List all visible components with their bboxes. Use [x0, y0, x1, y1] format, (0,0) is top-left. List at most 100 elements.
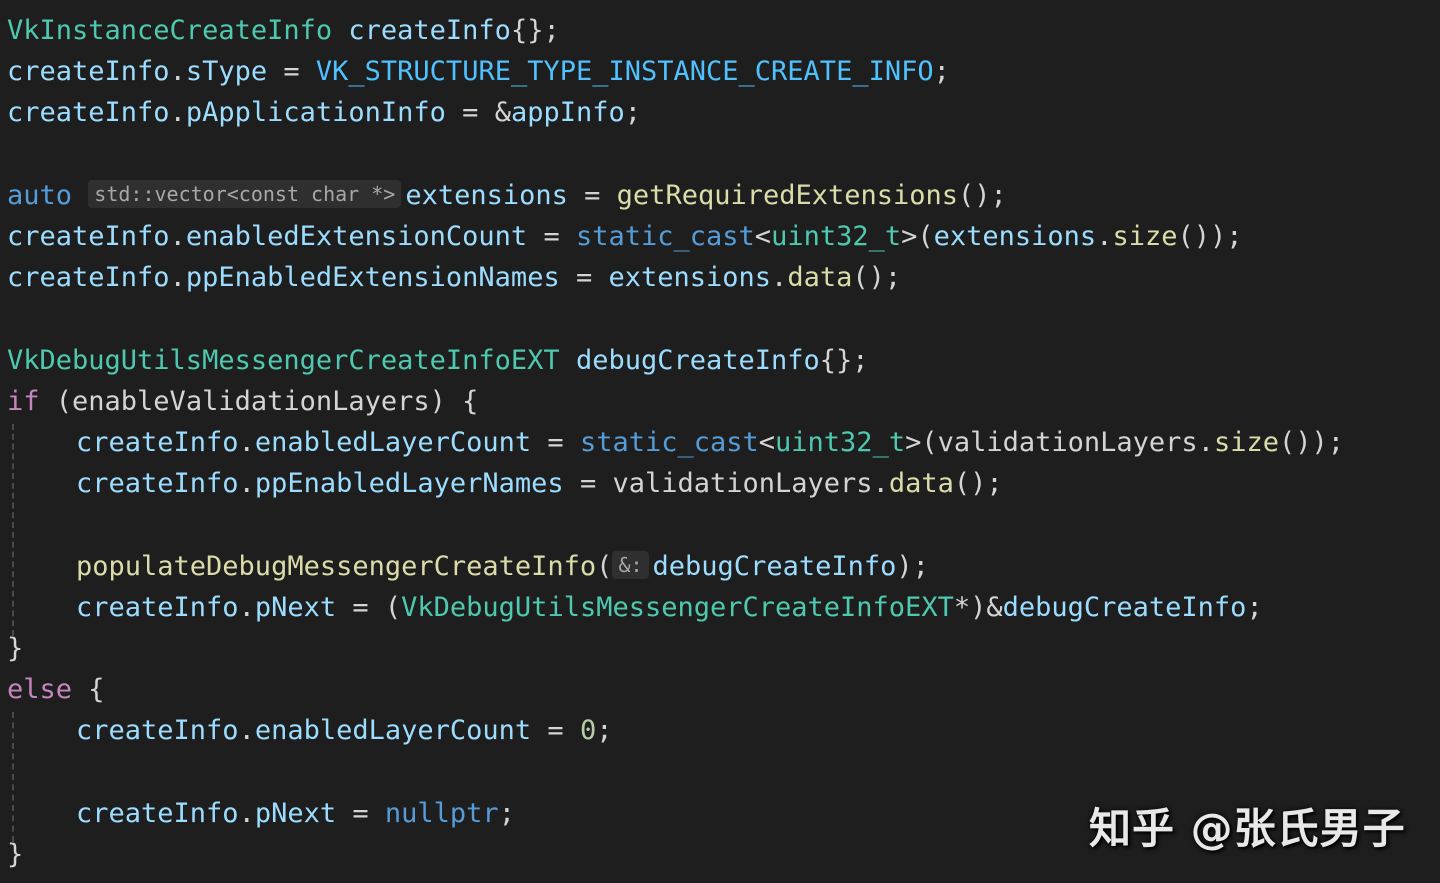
- code-token: createInfo: [348, 15, 511, 46]
- code-token: createInfo: [76, 715, 239, 747]
- code-line[interactable]: else {: [7, 669, 105, 710]
- code-token: createInfo: [7, 262, 170, 294]
- code-token: debugCreateInfo: [652, 550, 897, 582]
- code-token: ppEnabledExtensionNames: [185, 262, 560, 294]
- code-token: .: [169, 97, 186, 129]
- code-token: sType: [185, 56, 268, 88]
- inlay-hint: std::vector<const char *>: [88, 179, 402, 208]
- code-line[interactable]: VkDebugUtilsMessengerCreateInfoEXT debug…: [7, 340, 869, 381]
- code-token: extensions: [405, 179, 568, 211]
- code-token: .: [169, 56, 186, 88]
- code-token: auto: [7, 179, 73, 211]
- code-token: .: [169, 221, 186, 252]
- code-line[interactable]: createInfo.enabledLayerCount = static_ca…: [76, 422, 1344, 463]
- code-token: createInfo: [76, 427, 239, 458]
- code-line[interactable]: createInfo.sType = VK_STRUCTURE_TYPE_INS…: [7, 51, 950, 92]
- code-token: VkInstanceCreateInfo: [7, 15, 333, 46]
- code-token: 0: [579, 715, 597, 747]
- code-line[interactable]: createInfo.pNext = nullptr;: [76, 793, 515, 834]
- code-token: {};: [819, 344, 869, 376]
- code-token: VK_STRUCTURE_TYPE_INSTANCE_CREATE_INFO: [315, 56, 934, 88]
- code-token: extensions: [933, 221, 1097, 252]
- code-token: <: [758, 427, 776, 458]
- code-token: .: [169, 262, 186, 294]
- watermark-text: 知乎 @张氏男子: [1089, 804, 1406, 853]
- code-token: .: [771, 262, 788, 294]
- code-token: data: [888, 468, 954, 500]
- code-token: extensions: [608, 262, 772, 294]
- code-token: enabledLayerCount: [254, 715, 532, 747]
- code-token: ;: [933, 56, 950, 88]
- code-token: =: [531, 715, 580, 747]
- code-token: createInfo: [76, 591, 239, 623]
- code-token: =: [527, 221, 576, 252]
- code-token: .: [238, 715, 255, 747]
- code-line[interactable]: createInfo.ppEnabledExtensionNames = ext…: [7, 257, 901, 298]
- code-line[interactable]: populateDebugMessengerCreateInfo(&: debug…: [76, 546, 929, 587]
- code-token: <: [754, 221, 772, 252]
- code-token: size: [1213, 427, 1279, 458]
- code-token: }: [7, 839, 24, 870]
- code-line[interactable]: createInfo.pApplicationInfo = &appInfo;: [7, 92, 641, 133]
- code-token: }: [7, 633, 24, 664]
- code-token: ;: [596, 715, 613, 747]
- code-line[interactable]: createInfo.enabledExtensionCount = stati…: [7, 216, 1243, 257]
- code-token: .: [238, 797, 255, 829]
- code-token: createInfo: [76, 468, 239, 500]
- code-line[interactable]: auto std::vector<const char *> extensions…: [7, 175, 1007, 216]
- code-token: getRequiredExtensions: [616, 179, 959, 211]
- indent-guide-else-block: [12, 712, 14, 842]
- code-token: *)&: [953, 591, 1003, 623]
- indent-guide-if-block: [12, 424, 14, 636]
- code-token: ();: [953, 468, 1003, 500]
- code-token: .: [1197, 427, 1214, 458]
- code-token: .: [238, 468, 255, 500]
- code-editor[interactable]: VkInstanceCreateInfo createInfo{}; create…: [0, 0, 1440, 883]
- code-token: = &: [445, 97, 511, 129]
- code-line[interactable]: createInfo.pNext = (VkDebugUtilsMessenge…: [76, 587, 1263, 628]
- code-token: validationLayers: [937, 427, 1198, 458]
- code-line[interactable]: if (enableValidationLayers) {: [7, 381, 478, 422]
- code-token: debugCreateInfo: [575, 344, 820, 376]
- code-token: );: [896, 550, 929, 582]
- code-token: >(: [901, 221, 934, 252]
- code-token: ();: [852, 262, 902, 294]
- code-token: (: [596, 550, 613, 582]
- code-token: =: [531, 427, 580, 458]
- code-line[interactable]: }: [7, 834, 23, 875]
- code-token: enabledExtensionCount: [185, 221, 528, 252]
- code-token: .: [872, 468, 889, 500]
- code-token: =: [336, 797, 385, 829]
- code-token: enabledLayerCount: [254, 427, 532, 458]
- code-token: debugCreateInfo: [1002, 591, 1247, 623]
- code-token: ;: [498, 797, 515, 829]
- code-token: createInfo: [76, 797, 239, 829]
- code-line[interactable]: }: [7, 628, 23, 669]
- code-token: VkDebugUtilsMessengerCreateInfoEXT: [401, 591, 954, 623]
- code-token: validationLayers: [612, 468, 873, 500]
- code-token: uint32_t: [771, 221, 902, 252]
- code-token: ();: [958, 179, 1007, 211]
- code-token: = (: [336, 591, 402, 623]
- code-token: .: [238, 427, 255, 458]
- code-line[interactable]: createInfo.enabledLayerCount = 0;: [76, 710, 612, 751]
- code-token: =: [567, 179, 617, 211]
- code-token: pNext: [254, 591, 337, 623]
- code-token: uint32_t: [775, 427, 906, 458]
- code-token: populateDebugMessengerCreateInfo: [76, 550, 597, 582]
- code-token: .: [1096, 221, 1113, 252]
- code-line[interactable]: createInfo.ppEnabledLayerNames = validat…: [76, 463, 1003, 504]
- code-token: =: [559, 262, 609, 294]
- code-line[interactable]: VkInstanceCreateInfo createInfo{};: [7, 10, 560, 51]
- code-token: pNext: [254, 797, 337, 829]
- code-token: ());: [1278, 427, 1345, 458]
- code-token: pApplicationInfo: [185, 97, 446, 129]
- code-token: ());: [1177, 221, 1243, 252]
- code-token: >(: [905, 427, 938, 458]
- code-token: VkDebugUtilsMessengerCreateInfoEXT: [7, 344, 560, 376]
- code-token: createInfo: [7, 56, 170, 88]
- code-token: createInfo: [7, 97, 170, 129]
- code-token: =: [267, 56, 316, 88]
- code-token: if: [7, 385, 40, 417]
